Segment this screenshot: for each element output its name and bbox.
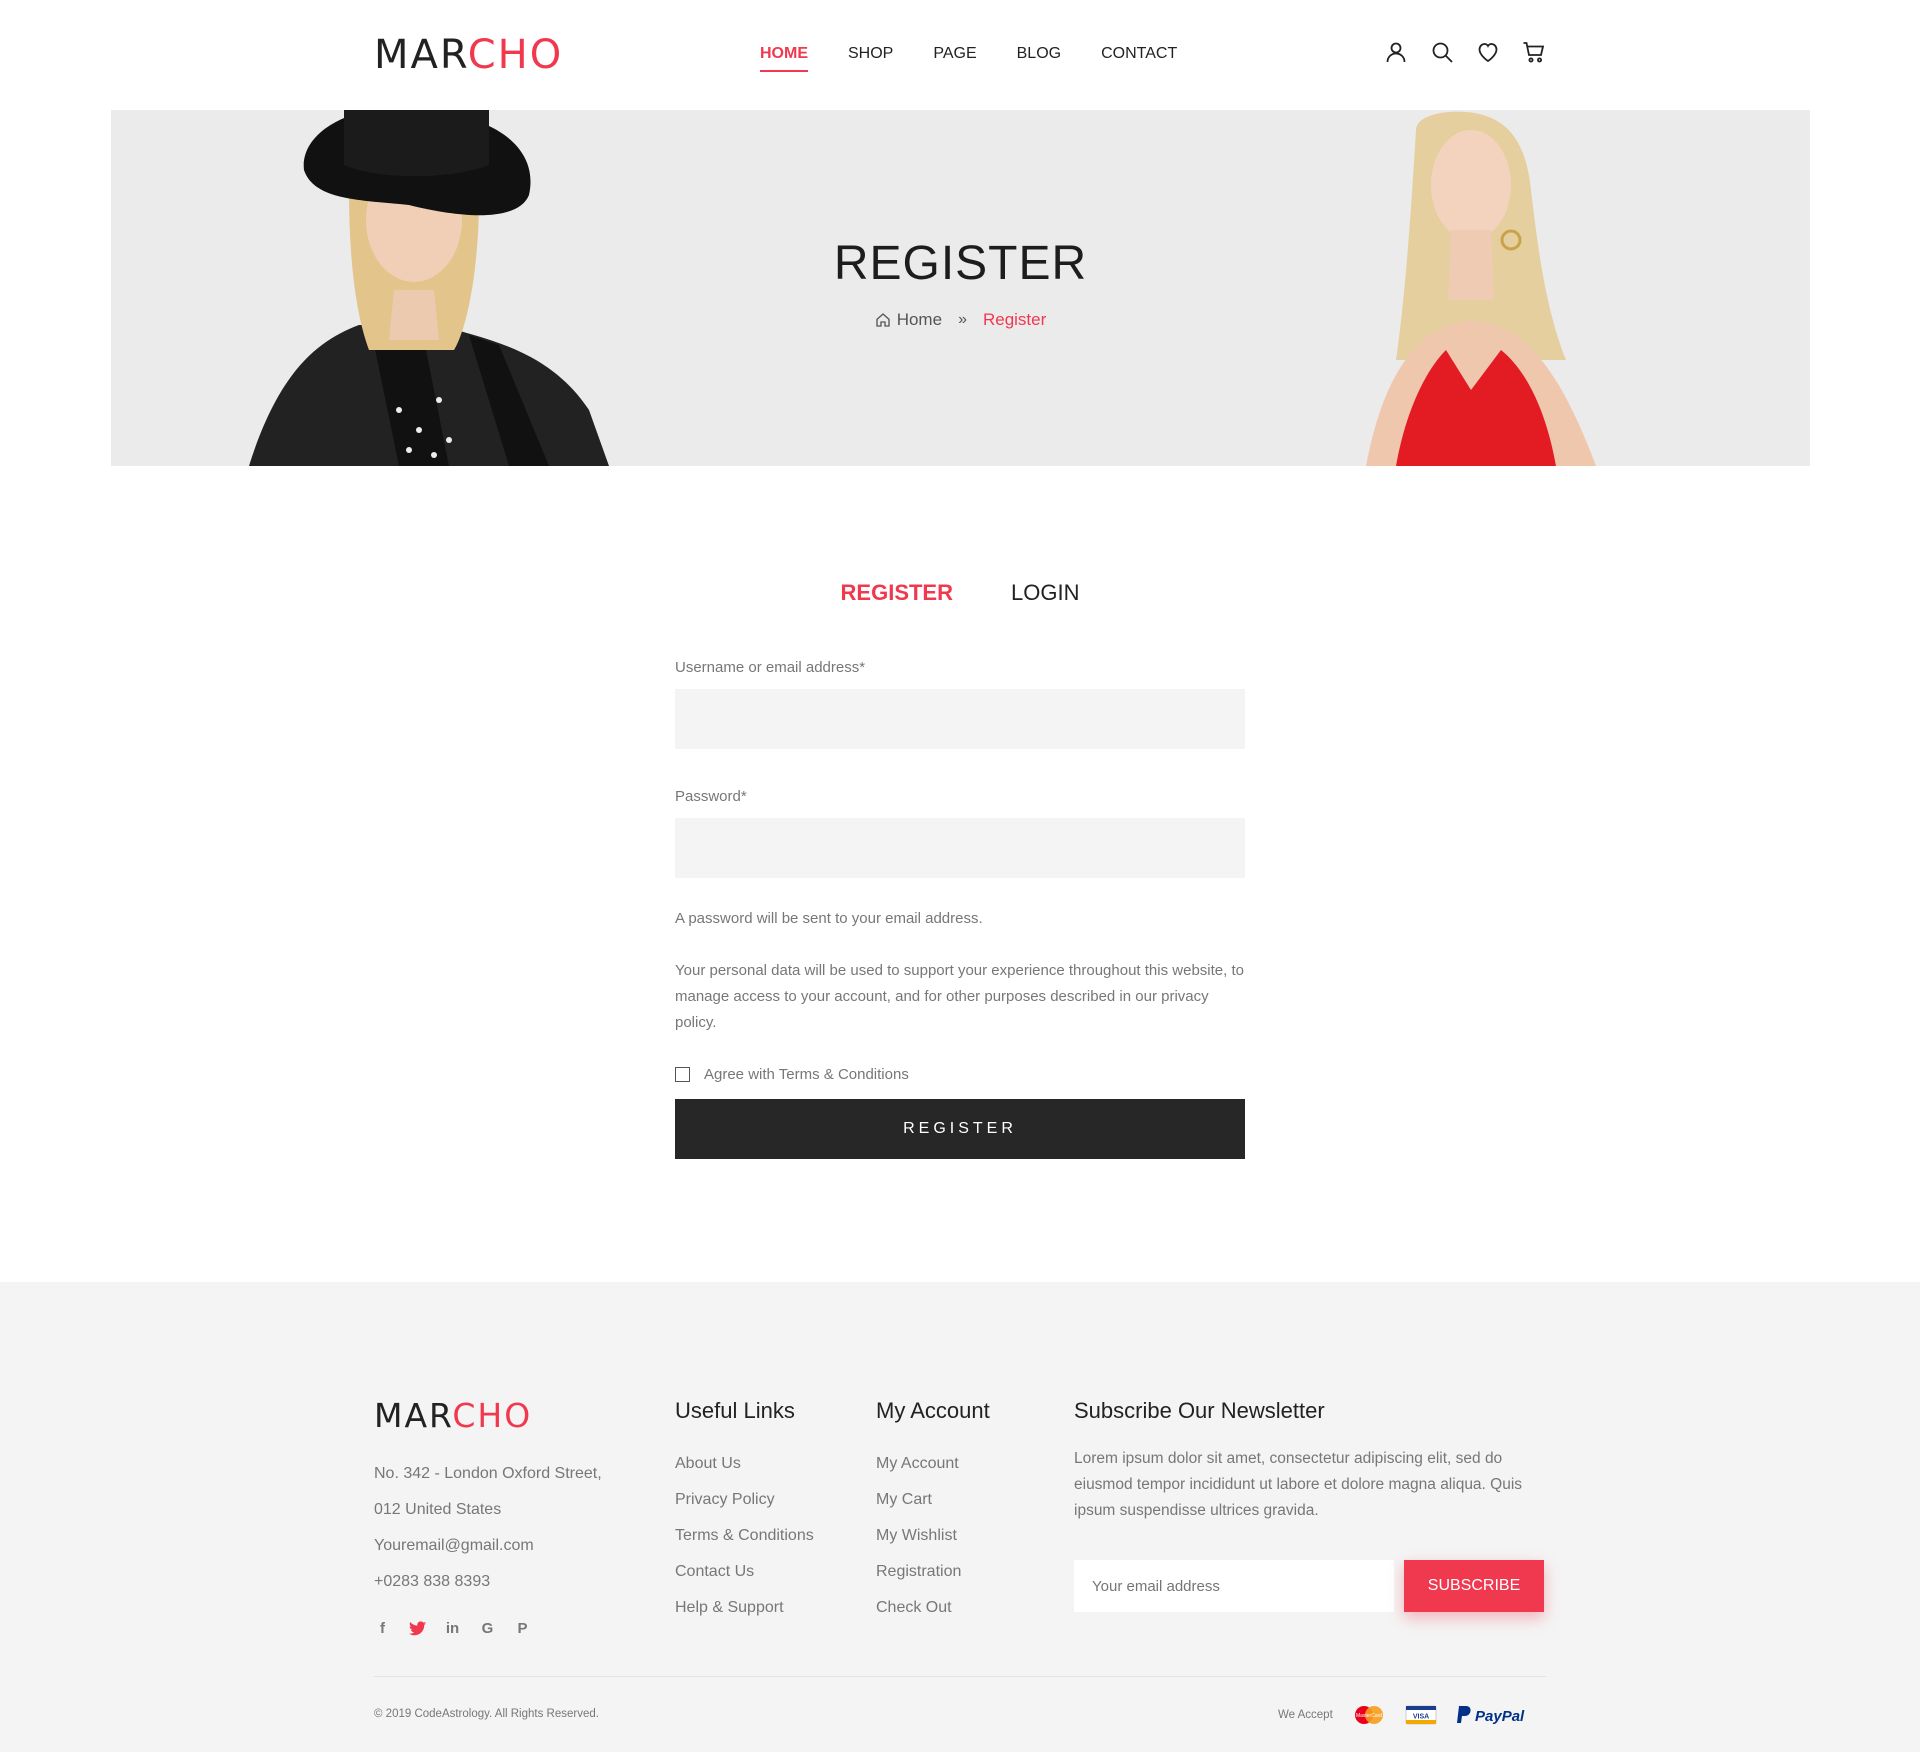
newsletter-email-input[interactable] [1074, 1560, 1394, 1612]
useful-links-title: Useful Links [675, 1398, 795, 1423]
agree-row: Agree with Terms & Conditions [675, 1066, 1245, 1083]
logo-part-accent: CHO [467, 32, 564, 78]
nav-shop[interactable]: SHOP [848, 44, 893, 72]
footer-link-registration[interactable]: Registration [876, 1554, 990, 1590]
payment-methods: We Accept MasterCard VISA PayPal [1278, 1704, 1531, 1726]
footer-link-my-account[interactable]: My Account [876, 1446, 990, 1482]
newsletter-title: Subscribe Our Newsletter [1074, 1398, 1325, 1423]
footer-link-wishlist[interactable]: My Wishlist [876, 1518, 990, 1554]
footer-phone[interactable]: +0283 838 8393 [374, 1564, 602, 1600]
footer-logo-part-accent: CHO [452, 1396, 533, 1435]
google-icon[interactable]: G [479, 1620, 496, 1637]
password-input[interactable] [675, 818, 1245, 878]
useful-links-list: About Us Privacy Policy Terms & Conditio… [675, 1446, 814, 1626]
password-label: Password* [675, 788, 747, 805]
twitter-icon[interactable] [409, 1620, 426, 1637]
password-note: A password will be sent to your email ad… [675, 910, 983, 927]
register-form: Username or email address* Password* A p… [675, 658, 1245, 1159]
tab-login[interactable]: LOGIN [1011, 580, 1079, 606]
linkedin-icon[interactable]: in [444, 1620, 461, 1637]
agree-checkbox[interactable] [675, 1067, 690, 1082]
search-icon[interactable] [1430, 40, 1454, 64]
paypal-label: PayPal [1475, 1708, 1525, 1725]
username-label: Username or email address* [675, 659, 866, 676]
mastercard-icon: MasterCard [1351, 1704, 1387, 1726]
password-group: Password* [675, 787, 1245, 878]
nav-home[interactable]: HOME [760, 44, 808, 72]
register-button[interactable]: REGISTER [675, 1099, 1245, 1159]
footer-link-terms[interactable]: Terms & Conditions [675, 1518, 814, 1554]
my-account-list: My Account My Cart My Wishlist Registrat… [876, 1446, 990, 1626]
breadcrumb-home[interactable]: Home [875, 310, 942, 330]
tab-register[interactable]: REGISTER [841, 580, 953, 606]
breadcrumb: Home » Register [111, 310, 1810, 330]
site-logo[interactable]: MARCHO [374, 34, 563, 76]
mastercard-label: MasterCard [1356, 1713, 1382, 1719]
footer-link-checkout[interactable]: Check Out [876, 1590, 990, 1626]
newsletter-section: Subscribe Our Newsletter Lorem ipsum dol… [1074, 1396, 1544, 1524]
footer-email[interactable]: Youremail@gmail.com [374, 1528, 602, 1564]
nav-contact[interactable]: CONTACT [1101, 44, 1177, 72]
useful-links-column: Useful Links About Us Privacy Policy Ter… [675, 1396, 814, 1626]
social-links: f in G P [374, 1620, 531, 1637]
footer-contact: No. 342 - London Oxford Street, 012 Unit… [374, 1456, 602, 1600]
footer-divider [374, 1676, 1546, 1677]
home-icon [876, 313, 890, 327]
breadcrumb-home-label: Home [896, 310, 943, 329]
privacy-text: Your personal data will be used to suppo… [675, 962, 1244, 1031]
username-input[interactable] [675, 689, 1245, 749]
username-group: Username or email address* [675, 658, 1245, 749]
footer-logo[interactable]: MARCHO [374, 1396, 532, 1435]
pinterest-icon[interactable]: P [514, 1620, 531, 1637]
chevron-right-icon: » [958, 311, 967, 328]
cart-icon[interactable] [1522, 40, 1546, 64]
footer-link-privacy[interactable]: Privacy Policy [675, 1482, 814, 1518]
site-footer: MARCHO No. 342 - London Oxford Street, 0… [0, 1282, 1920, 1752]
facebook-icon[interactable]: f [374, 1620, 391, 1637]
paypal-icon: PayPal [1455, 1704, 1531, 1726]
address-line2: 012 United States [374, 1501, 502, 1518]
main-nav: HOME SHOP PAGE BLOG CONTACT [760, 44, 1217, 72]
newsletter-text: Lorem ipsum dolor sit amet, consectetur … [1074, 1450, 1523, 1519]
subscribe-button[interactable]: SUBSCRIBE [1404, 1560, 1544, 1612]
nav-blog[interactable]: BLOG [1017, 44, 1061, 72]
breadcrumb-current: Register [982, 310, 1047, 329]
my-account-title: My Account [876, 1398, 990, 1423]
auth-tabs: REGISTER LOGIN [0, 580, 1920, 606]
footer-link-about[interactable]: About Us [675, 1446, 814, 1482]
visa-label: VISA [1413, 1714, 1429, 1721]
footer-link-my-cart[interactable]: My Cart [876, 1482, 990, 1518]
we-accept-label: We Accept [1278, 1709, 1333, 1721]
copyright-text: © 2019 CodeAstrology. All Rights Reserve… [374, 1708, 599, 1720]
site-header: MARCHO HOME SHOP PAGE BLOG CONTACT [0, 0, 1920, 110]
page-title: REGISTER [833, 237, 1088, 290]
newsletter-form: SUBSCRIBE [1074, 1560, 1544, 1612]
heart-icon[interactable] [1476, 40, 1500, 64]
my-account-column: My Account My Account My Cart My Wishlis… [876, 1396, 990, 1626]
nav-page[interactable]: PAGE [933, 44, 976, 72]
address-line1: No. 342 - London Oxford Street, [374, 1465, 602, 1482]
footer-link-contact[interactable]: Contact Us [675, 1554, 814, 1590]
header-actions [1384, 40, 1546, 64]
logo-part-dark: MAR [374, 32, 468, 78]
footer-logo-part-dark: MAR [374, 1396, 453, 1435]
visa-icon: VISA [1405, 1704, 1437, 1726]
page-banner: REGISTER Home » Register [111, 110, 1810, 466]
agree-label: Agree with Terms & Conditions [704, 1066, 909, 1083]
user-icon[interactable] [1384, 40, 1408, 64]
footer-link-help[interactable]: Help & Support [675, 1590, 814, 1626]
